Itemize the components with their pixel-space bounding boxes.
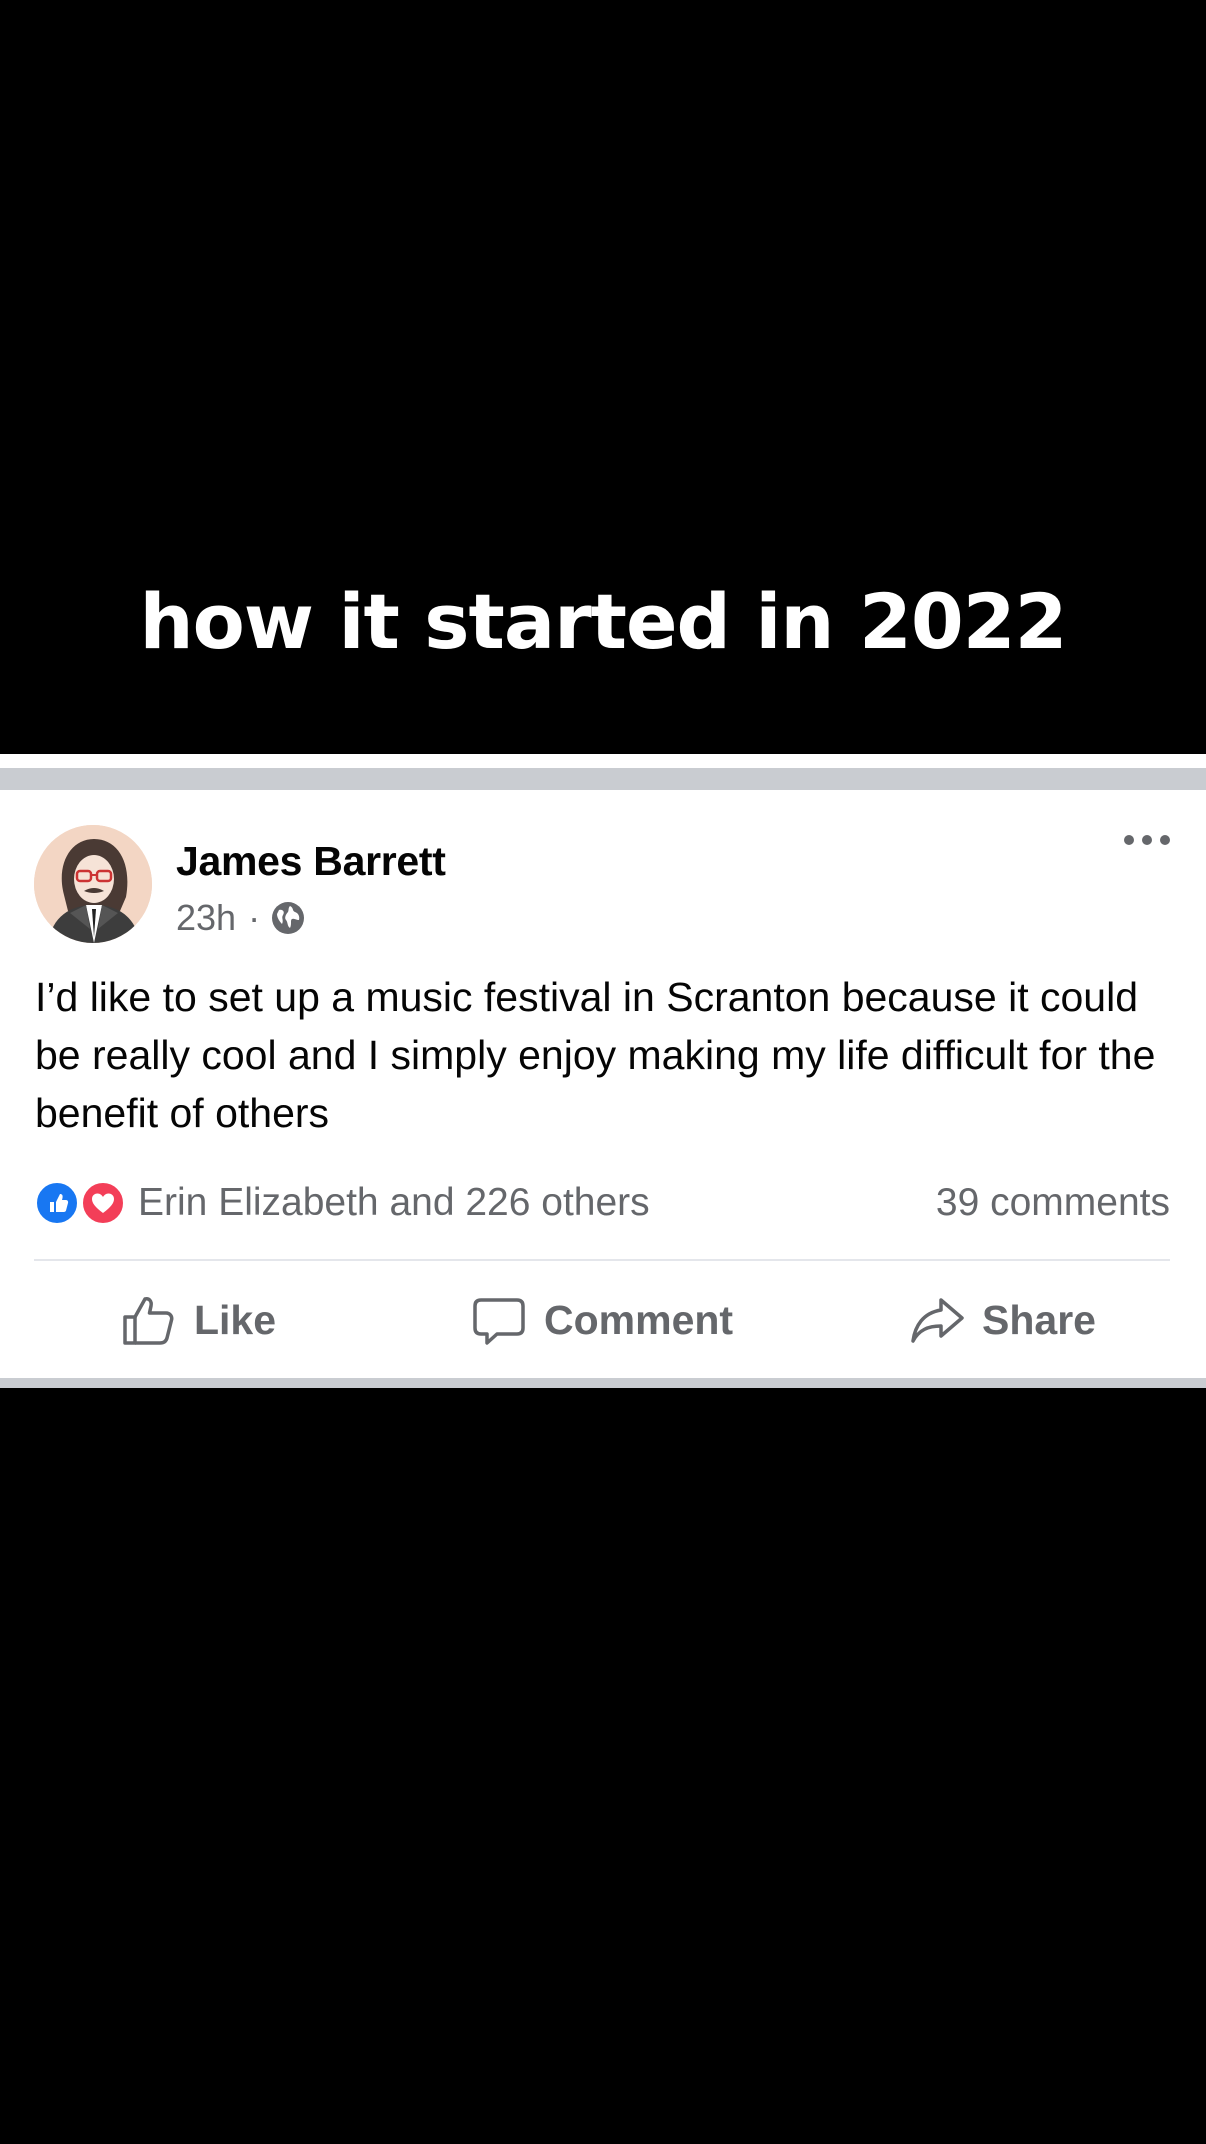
comment-button[interactable]: Comment [470, 1270, 733, 1370]
feed-separator-top [0, 768, 1206, 790]
comment-bubble-icon [473, 1298, 525, 1345]
like-label: Like [194, 1296, 277, 1343]
share-label: Share [982, 1296, 1096, 1343]
meta-separator: · [248, 897, 261, 938]
action-divider [34, 1259, 1170, 1261]
share-button[interactable]: Share [908, 1270, 1096, 1370]
avatar-illustration [34, 825, 152, 943]
action-bar: Like Comment Share [0, 1270, 1206, 1370]
like-button[interactable]: Like [120, 1270, 276, 1370]
post-time[interactable]: 23h [176, 897, 236, 939]
share-arrow-icon [911, 1298, 964, 1343]
reactions-label[interactable]: Erin Elizabeth and 226 others [138, 1181, 650, 1225]
love-reaction-icon [80, 1180, 126, 1226]
thumbs-up-icon [123, 1297, 174, 1345]
post-text: I’d like to set up a music festival in S… [35, 974, 1156, 1136]
post-meta: 23h · [176, 896, 306, 940]
overlay-caption: how it started in 2022 [139, 577, 1067, 666]
like-reaction-icon [34, 1180, 80, 1226]
globe-icon [270, 900, 306, 936]
reactions-summary[interactable]: Erin Elizabeth and 226 others [34, 1178, 650, 1228]
reaction-icons [34, 1178, 130, 1228]
author-name[interactable]: James Barrett [176, 838, 446, 885]
top-white-strip [0, 754, 1206, 768]
author-avatar[interactable] [34, 825, 152, 943]
more-horizontal-icon[interactable] [1122, 828, 1172, 852]
post-card: James Barrett 23h · I’d like to set up a… [0, 790, 1206, 1378]
comment-label: Comment [544, 1296, 734, 1343]
feed-separator-bottom [0, 1378, 1206, 1388]
comments-count[interactable]: 39 comments [936, 1178, 1170, 1228]
